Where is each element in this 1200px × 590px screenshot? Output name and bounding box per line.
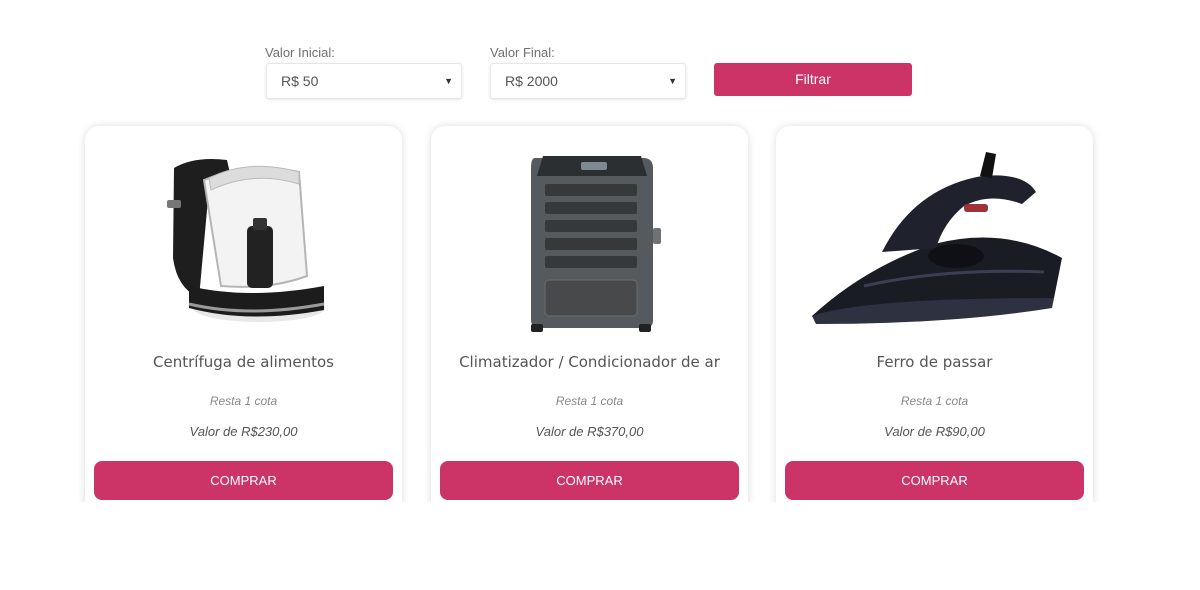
filter-button[interactable]: Filtrar (714, 63, 912, 96)
initial-value-label: Valor Inicial: (265, 45, 335, 60)
product-card: Centrífuga de alimentos Resta 1 cota Val… (85, 126, 402, 526)
product-name: Centrífuga de alimentos (153, 353, 334, 371)
chevron-down-icon: ▼ (444, 76, 453, 86)
product-name: Climatizador / Condicionador de ar (459, 353, 720, 371)
product-stock: Resta 1 cota (900, 394, 969, 408)
iron-image (776, 148, 1093, 338)
product-price: Valor de R$90,00 (884, 424, 985, 439)
product-price: Valor de R$370,00 (535, 424, 644, 439)
buy-button[interactable]: COMPRAR (785, 461, 1084, 500)
product-price: Valor de R$230,00 (189, 424, 298, 439)
food-processor-image (85, 148, 402, 338)
buy-button[interactable]: COMPRAR (440, 461, 739, 500)
page-bottom-area (0, 502, 1200, 590)
final-value-select[interactable]: R$ 2000 ▼ (490, 63, 686, 99)
product-name: Ferro de passar (876, 353, 993, 371)
product-card: Climatizador / Condicionador de ar Resta… (431, 126, 748, 526)
product-stock: Resta 1 cota (209, 394, 278, 408)
initial-value-select[interactable]: R$ 50 ▼ (266, 63, 462, 99)
initial-value-selected: R$ 50 (281, 73, 319, 89)
product-stock: Resta 1 cota (555, 394, 624, 408)
buy-button[interactable]: COMPRAR (94, 461, 393, 500)
chevron-down-icon: ▼ (668, 76, 677, 86)
gift-list-page: Valor Inicial: R$ 50 ▼ Valor Final: R$ 2… (0, 0, 1200, 590)
product-card: Ferro de passar Resta 1 cota Valor de R$… (776, 126, 1093, 526)
air-cooler-image (431, 148, 748, 338)
final-value-label: Valor Final: (490, 45, 555, 60)
final-value-selected: R$ 2000 (505, 73, 558, 89)
